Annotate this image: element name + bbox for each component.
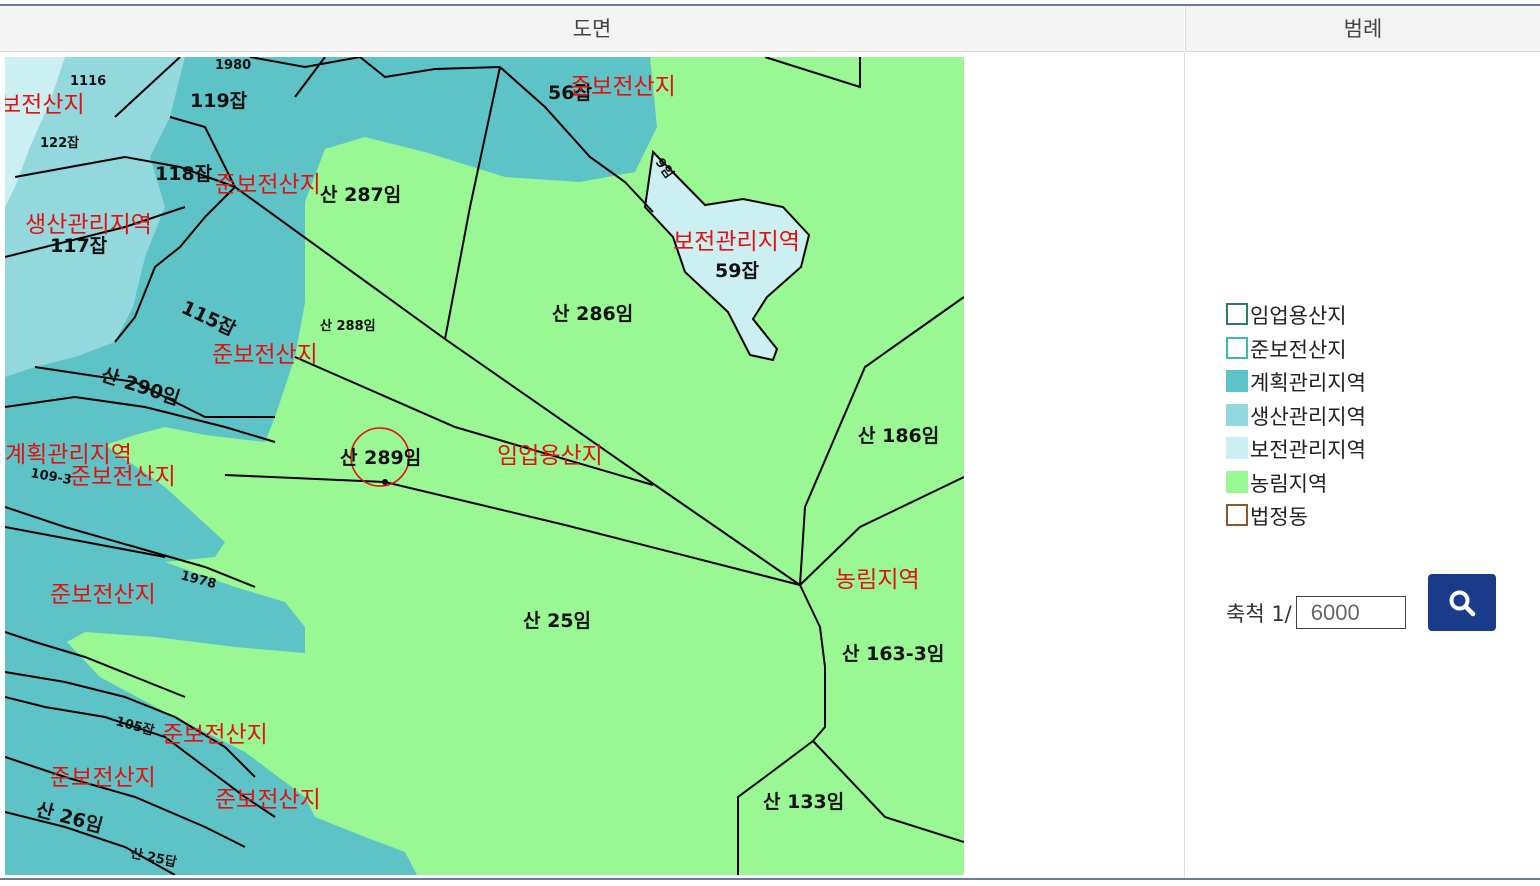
scale-input[interactable] xyxy=(1295,596,1406,629)
parcel-label: 산 163-3임 xyxy=(842,643,944,665)
legend-item-production: 생산관리지역 xyxy=(1226,403,1366,437)
parcel-label: 117잡 xyxy=(50,235,108,257)
zone-label: 준보전산지 xyxy=(215,787,321,813)
zone-label: 보전산지 xyxy=(5,92,85,118)
parcel-label: 산 25임 xyxy=(523,610,591,632)
parcel-label: 산 133임 xyxy=(763,791,844,813)
scale-label: 축척 1/ xyxy=(1226,601,1292,626)
legend-swatch xyxy=(1226,303,1248,325)
zone-label: 준보전산지 xyxy=(50,765,156,791)
legend-header: 범례 xyxy=(1185,6,1540,52)
legend-item-planning: 계획관리지역 xyxy=(1226,369,1366,403)
legend-label: 보전관리지역 xyxy=(1250,438,1366,462)
legend-item-forestry: 임업용산지 xyxy=(1226,302,1366,336)
parcel-label: 1980 xyxy=(215,58,251,73)
legend-item-semi-conservation-forest: 준보전산지 xyxy=(1226,336,1366,370)
parcel-label: 산 286임 xyxy=(552,303,633,325)
legend-label: 농림지역 xyxy=(1250,471,1328,496)
parcel-label: 119잡 xyxy=(190,90,248,112)
legend-label: 임업용산지 xyxy=(1250,304,1347,328)
parcel-label: 산 287임 xyxy=(320,184,401,206)
legend-item-agriculture: 농림지역 xyxy=(1226,470,1366,504)
legend-swatch xyxy=(1226,403,1248,426)
legend-swatch xyxy=(1226,437,1248,459)
scale-control: 축척 1/ xyxy=(1226,596,1406,629)
legend-item-legal-dong: 법정동 xyxy=(1226,503,1366,537)
zone-label: 준보전산지 xyxy=(570,74,676,100)
parcel-label: 122잡 xyxy=(40,136,79,151)
column-divider xyxy=(1184,52,1185,878)
zone-label: 준보전산지 xyxy=(212,342,318,368)
zone-label: 준보전산지 xyxy=(70,464,176,490)
legend-list: 임업용산지 준보전산지 계획관리지역 생산관리지역 보전관리지역 농림지역 법정… xyxy=(1226,302,1366,537)
legend-label: 준보전산지 xyxy=(1250,337,1347,362)
zone-label: 준보전산지 xyxy=(50,582,156,608)
legend-label: 계획관리지역 xyxy=(1250,371,1366,395)
legend-swatch xyxy=(1226,470,1248,493)
parcel-label: 118잡 xyxy=(155,163,213,185)
parcel-label: 산 186임 xyxy=(858,425,939,447)
zone-label: 보전관리지역 xyxy=(673,229,800,255)
parcel-label: 산 288임 xyxy=(320,318,376,334)
land-use-map[interactable]: 119잡 122잡 118잡 117잡 115잡 56잡 59잡 산 287임 … xyxy=(5,57,964,875)
parcel-label: 산 289임 xyxy=(340,447,421,469)
zone-label: 준보전산지 xyxy=(215,172,321,198)
zone-label: 농림지역 xyxy=(835,567,920,593)
map-header: 도면 xyxy=(0,6,1184,52)
legend-swatch xyxy=(1226,336,1248,359)
parcel-label: 1116 xyxy=(70,74,106,89)
legend-label: 법정동 xyxy=(1250,505,1308,529)
zone-label: 임업용산지 xyxy=(497,443,603,469)
legend-item-conservation: 보전관리지역 xyxy=(1226,436,1366,470)
legend-label: 생산관리지역 xyxy=(1250,404,1366,429)
legend-swatch xyxy=(1226,504,1248,526)
parcel-label: 59잡 xyxy=(715,260,759,282)
zone-label: 준보전산지 xyxy=(162,722,268,748)
zone-label: 생산관리지역 xyxy=(25,212,152,238)
legend-swatch xyxy=(1226,370,1248,392)
search-icon xyxy=(1449,590,1476,616)
search-button[interactable] xyxy=(1428,574,1496,631)
